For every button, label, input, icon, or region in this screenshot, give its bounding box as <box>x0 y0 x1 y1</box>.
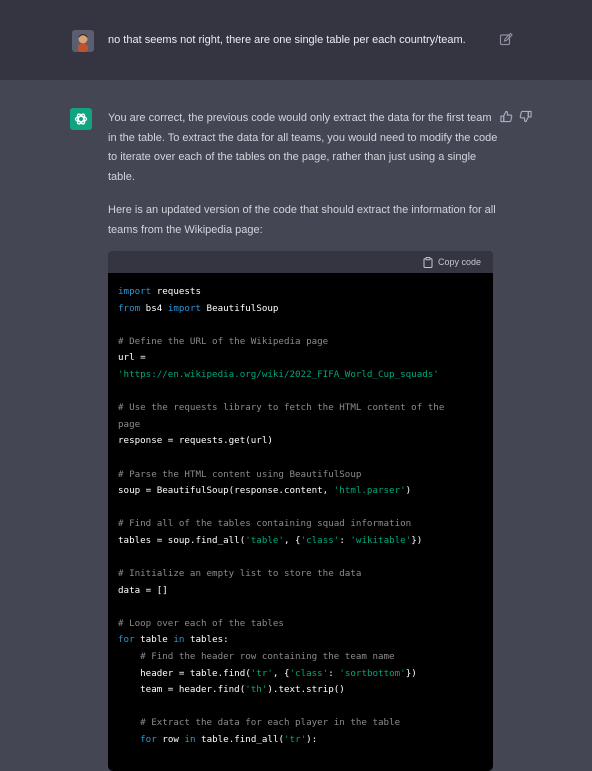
user-message: no that seems not right, there are one s… <box>0 0 592 80</box>
code-line: import requests <box>118 284 483 301</box>
code-block-header: Copy code <box>108 251 493 273</box>
code-line: # Parse the HTML content using Beautiful… <box>118 467 483 484</box>
code-line: # Extract the data for each player in th… <box>118 715 483 732</box>
code-token: # Find the header row containing the tea… <box>140 651 395 663</box>
thumbs-up-icon[interactable] <box>500 110 513 123</box>
code-token: # Define the URL of the Wikipedia page <box>118 335 329 347</box>
code-token: ) <box>405 485 412 497</box>
code-token: # Use the requests library to fetch the … <box>118 402 445 414</box>
code-token: # Loop over each of the tables <box>118 617 284 629</box>
code-token: 'sortbottom' <box>339 667 406 679</box>
code-token: row <box>156 734 185 746</box>
assistant-paragraph: You are correct, the previous code would… <box>108 112 498 183</box>
code-token: url = <box>118 352 152 364</box>
code-line: # Use the requests library to fetch the … <box>118 400 483 417</box>
assistant-paragraph: Here is an updated version of the code t… <box>108 204 496 236</box>
code-token: : <box>339 534 351 546</box>
code-token: in <box>184 734 196 746</box>
code-token: team = header.find( <box>118 684 246 696</box>
code-token: table.find_all( <box>195 734 285 746</box>
code-token: for <box>140 734 157 746</box>
code-token: 'th' <box>245 684 268 696</box>
code-line: url = <box>118 350 483 367</box>
code-line: for table in tables: <box>118 632 483 649</box>
assistant-logo-icon <box>70 108 92 130</box>
code-token: # Initialize an empty list to store the … <box>118 568 362 580</box>
code-token: table <box>134 634 174 646</box>
copy-code-button[interactable]: Copy code <box>423 256 481 268</box>
pencil-square-icon[interactable] <box>499 32 513 46</box>
code-line: # Define the URL of the Wikipedia page <box>118 334 483 351</box>
code-token: data = [] <box>118 584 168 596</box>
code-token: from <box>118 302 141 314</box>
code-line: # Initialize an empty list to store the … <box>118 566 483 583</box>
code-token: : <box>328 667 340 679</box>
code-token: 'html.parser' <box>333 485 406 497</box>
code-token: }) <box>411 534 423 546</box>
code-line: header = table.find('tr', {'class': 'sor… <box>118 666 483 683</box>
user-message-text: no that seems not right, there are one s… <box>108 34 466 46</box>
code-token: }) <box>405 667 417 679</box>
code-token: requests <box>151 286 201 297</box>
code-token: 'class' <box>300 534 340 546</box>
code-token: 'table' <box>245 534 284 546</box>
code-line: for row in table.find_all('tr'): <box>118 732 483 749</box>
code-token: 'class' <box>289 667 329 679</box>
clipboard-icon <box>423 256 433 268</box>
code-token: response = requests.get(url) <box>118 435 273 447</box>
code-token: 'tr' <box>250 667 273 679</box>
code-line: # Find all of the tables containing squa… <box>118 516 483 533</box>
code-token: header = table.find( <box>118 667 251 679</box>
code-line: team = header.find('th').text.strip() <box>118 682 483 699</box>
code-token: ): <box>306 734 318 746</box>
code-token: , { <box>272 667 290 679</box>
code-token: page <box>118 418 141 430</box>
code-token: # Extract the data for each player in th… <box>140 717 401 729</box>
code-token: tables = soup.find_all( <box>118 534 246 546</box>
code-token: 'wikitable' <box>350 534 412 546</box>
code-line: page <box>118 417 483 434</box>
code-line: response = requests.get(url) <box>118 433 483 450</box>
code-line: 'https://en.wikipedia.org/wiki/2022_FIFA… <box>118 367 483 384</box>
copy-code-label: Copy code <box>437 257 481 267</box>
code-token: import <box>167 302 202 314</box>
code-line: from bs4 import BeautifulSoup <box>118 301 483 318</box>
assistant-message-text: You are correct, the previous code would… <box>108 109 498 241</box>
code-token: # Find all of the tables containing squa… <box>118 518 412 530</box>
code-token: in <box>173 634 185 646</box>
code-line: # Find the header row containing the tea… <box>118 649 483 666</box>
code-token: bs4 <box>140 302 168 314</box>
code-token: tables: <box>184 634 229 646</box>
code-token: BeautifulSoup <box>201 302 279 314</box>
code-token: import <box>118 286 152 297</box>
code-token: for <box>118 634 135 646</box>
user-avatar <box>72 30 94 52</box>
code-token: 'tr' <box>284 734 307 746</box>
code-token: 'https://en.wikipedia.org/wiki/2022_FIFA… <box>118 368 439 380</box>
code-token: # Parse the HTML content using Beautiful… <box>118 468 362 480</box>
code-line: tables = soup.find_all('table', {'class'… <box>118 533 483 550</box>
code-block: Copy code import requests from bs4 import… <box>108 251 493 771</box>
code-content: import requests from bs4 import Beautiful… <box>108 273 493 749</box>
thumbs-down-icon[interactable] <box>519 110 532 123</box>
code-token: ).text.strip() <box>267 684 345 696</box>
code-line: # Loop over each of the tables <box>118 616 483 633</box>
code-line: soup = BeautifulSoup(response.content, '… <box>118 483 483 500</box>
code-token: , { <box>283 534 301 546</box>
code-line: data = [] <box>118 583 483 600</box>
code-token: soup = BeautifulSoup(response.content, <box>118 485 334 497</box>
